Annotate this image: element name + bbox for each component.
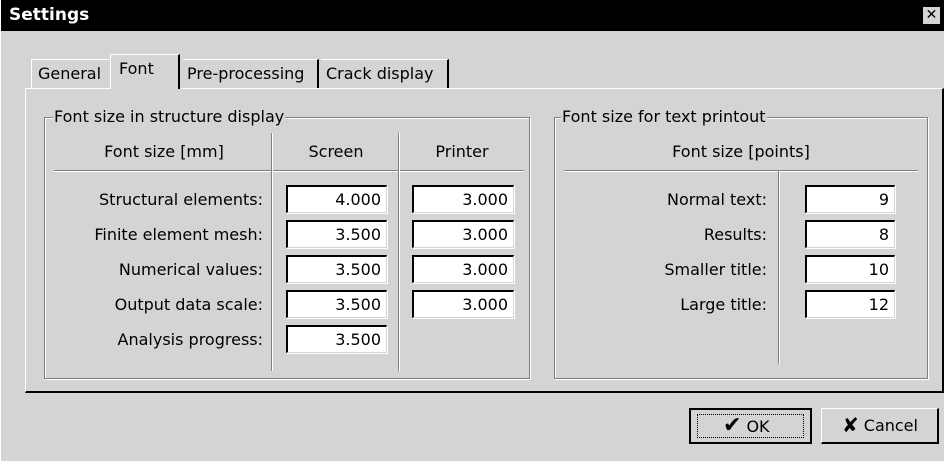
font-size-mm-header: Font size [mm] bbox=[104, 142, 224, 161]
printer-header: Printer bbox=[435, 142, 489, 161]
window-title: Settings bbox=[9, 5, 90, 25]
close-icon: ✕ bbox=[925, 7, 938, 23]
column-divider-2 bbox=[398, 133, 399, 371]
finite-element-mesh-screen-field[interactable] bbox=[286, 220, 387, 248]
tab-font[interactable]: Font bbox=[110, 54, 180, 89]
ok-button-label: OK bbox=[746, 416, 770, 436]
smaller-title-label: Smaller title: bbox=[664, 260, 767, 279]
finite-element-mesh-printer-field[interactable] bbox=[412, 220, 514, 248]
large-title-field[interactable] bbox=[805, 290, 895, 318]
analysis-progress-label: Analysis progress: bbox=[117, 330, 263, 349]
output-data-scale-screen-field[interactable] bbox=[286, 290, 387, 318]
normal-text-label: Normal text: bbox=[667, 190, 767, 209]
settings-dialog: Settings ✕ General Font Pre-processing C… bbox=[0, 0, 944, 461]
close-button[interactable]: ✕ bbox=[923, 7, 940, 24]
numerical-values-screen-field[interactable] bbox=[286, 255, 387, 283]
output-data-scale-printer-field[interactable] bbox=[412, 290, 514, 318]
tab-crack-display-label: Crack display bbox=[326, 64, 434, 83]
printout-header-divider bbox=[564, 170, 918, 171]
structural-elements-label: Structural elements: bbox=[99, 190, 263, 209]
tab-pre-processing-label: Pre-processing bbox=[187, 64, 305, 83]
tab-pre-processing[interactable]: Pre-processing bbox=[183, 59, 319, 88]
numerical-values-label: Numerical values: bbox=[118, 260, 263, 279]
text-printout-legend: Font size for text printout bbox=[561, 107, 767, 127]
title-bar[interactable]: Settings ✕ bbox=[1, 0, 944, 31]
tab-general[interactable]: General bbox=[31, 59, 109, 88]
structural-elements-screen-field[interactable] bbox=[286, 185, 387, 213]
font-size-points-header: Font size [points] bbox=[672, 142, 810, 161]
cancel-button-label: Cancel bbox=[863, 415, 918, 435]
structure-display-legend: Font size in structure display bbox=[53, 107, 286, 127]
numerical-values-printer-field[interactable] bbox=[412, 255, 514, 283]
screen-header: Screen bbox=[308, 142, 364, 161]
analysis-progress-screen-field[interactable] bbox=[286, 325, 387, 353]
x-icon: ✘ bbox=[842, 413, 859, 437]
header-divider bbox=[54, 170, 524, 171]
smaller-title-field[interactable] bbox=[805, 255, 895, 283]
results-label: Results: bbox=[703, 225, 767, 244]
finite-element-mesh-label: Finite element mesh: bbox=[94, 225, 263, 244]
tab-font-label: Font bbox=[119, 59, 154, 78]
tab-crack-display[interactable]: Crack display bbox=[321, 59, 449, 88]
tab-general-label: General bbox=[38, 64, 102, 83]
column-divider-1 bbox=[271, 133, 272, 371]
ok-button[interactable]: ✔ OK bbox=[689, 408, 812, 444]
cancel-button[interactable]: ✘ Cancel bbox=[821, 408, 939, 444]
results-field[interactable] bbox=[805, 220, 895, 248]
normal-text-field[interactable] bbox=[805, 185, 895, 213]
check-icon: ✔ bbox=[723, 413, 742, 438]
output-data-scale-label: Output data scale: bbox=[114, 295, 263, 314]
printout-column-divider bbox=[778, 171, 779, 364]
structural-elements-printer-field[interactable] bbox=[412, 185, 514, 213]
large-title-label: Large title: bbox=[680, 295, 767, 314]
